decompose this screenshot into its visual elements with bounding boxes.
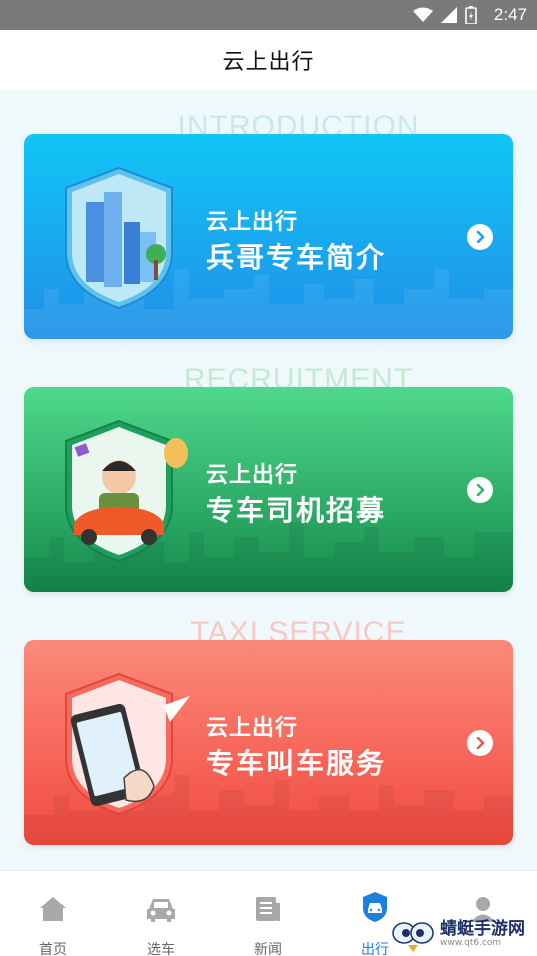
- main-content: INTRODUCTION 云上出行 兵哥专车简介 RECRUITMENT 云上出…: [0, 90, 537, 870]
- city-shield-icon: [65, 166, 173, 310]
- tab-home[interactable]: 首页: [18, 871, 88, 956]
- chevron-right-icon: [476, 737, 485, 749]
- news-icon: [256, 897, 280, 921]
- tab-label: 新闻: [254, 942, 282, 956]
- watermark-site-url: www.qt6.com: [440, 938, 502, 948]
- card-taxi-service[interactable]: 云上出行 专车叫车服务: [24, 640, 513, 845]
- card-arrow-button[interactable]: [467, 477, 493, 503]
- status-icons: [413, 6, 477, 24]
- wifi-icon: [413, 7, 433, 22]
- card-recruitment[interactable]: 云上出行 专车司机招募: [24, 387, 513, 592]
- tab-news[interactable]: 新闻: [233, 871, 303, 956]
- card-title: 专车叫车服务: [206, 747, 387, 780]
- card-arrow-button[interactable]: [467, 730, 493, 756]
- card-subtitle: 云上出行: [206, 463, 299, 488]
- status-time: 2:47: [493, 5, 527, 24]
- page-title: 云上出行: [222, 50, 315, 75]
- car-icon: [147, 899, 175, 922]
- title-bar: 云上出行: [0, 30, 537, 90]
- card-introduction[interactable]: 云上出行 兵哥专车简介: [24, 134, 513, 339]
- signal-icon: [441, 7, 457, 23]
- home-icon: [40, 897, 66, 921]
- site-watermark-logo: 蜻蜓手游网 www.qt6.com: [390, 915, 525, 953]
- card-title: 兵哥专车简介: [206, 241, 387, 274]
- chevron-right-icon: [476, 484, 485, 496]
- shield-car-icon: [363, 892, 387, 922]
- card-subtitle: 云上出行: [206, 210, 299, 235]
- tab-label: 首页: [39, 942, 67, 956]
- soldier-driver-shield-icon: [65, 419, 188, 563]
- chevron-right-icon: [476, 231, 485, 243]
- dragonfly-logo-icon: [392, 922, 434, 952]
- card-arrow-button[interactable]: [467, 224, 493, 250]
- tab-label: 选车: [147, 942, 175, 956]
- tab-select-car[interactable]: 选车: [126, 871, 196, 956]
- phone-booking-shield-icon: [65, 672, 190, 816]
- status-bar: 2:47: [0, 0, 537, 30]
- card-title: 专车司机招募: [206, 494, 387, 527]
- card-subtitle: 云上出行: [206, 716, 299, 741]
- battery-icon: [465, 6, 477, 24]
- watermark-site-name: 蜻蜓手游网: [440, 919, 525, 939]
